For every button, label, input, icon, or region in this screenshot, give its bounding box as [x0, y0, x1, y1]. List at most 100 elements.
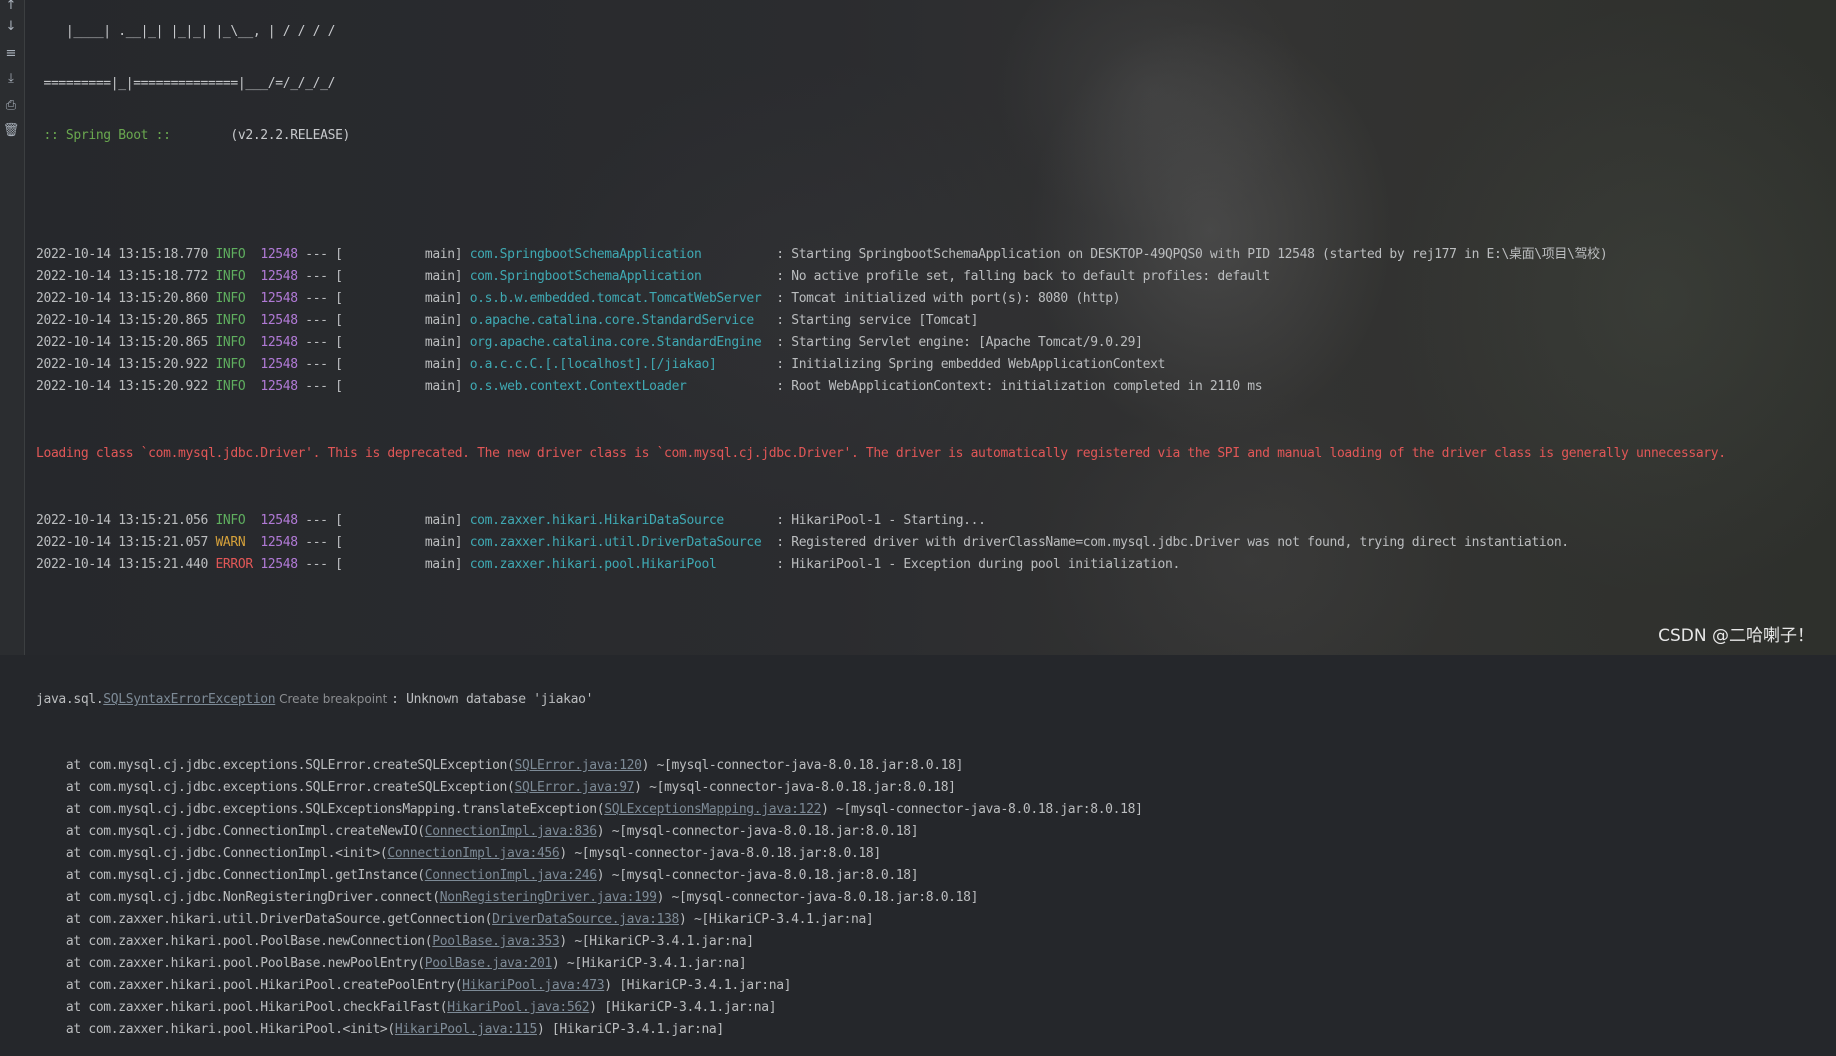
source-link[interactable]: PoolBase.java:201 [425, 956, 552, 971]
stack-frame-method: at com.mysql.cj.jdbc.exceptions.SQLError… [36, 758, 515, 773]
stack-frame-jar: ) ~[HikariCP-3.4.1.jar:na] [551, 956, 747, 971]
stack-frame: at com.mysql.cj.jdbc.ConnectionImpl.<ini… [36, 843, 1836, 865]
console-output[interactable]: |____| .__|_| |_|_| |_\__, | / / / / ===… [36, 0, 1836, 1037]
log-logger: o.a.c.c.C.[.[localhost].[/jiakao] [469, 357, 769, 372]
log-level: INFO [215, 513, 246, 528]
log-timestamp: 2022-10-14 13:15:18.770 [36, 247, 208, 262]
exception-message: : Unknown database 'jiakao' [391, 692, 594, 707]
log-level: ERROR [215, 557, 253, 572]
source-link[interactable]: ConnectionImpl.java:836 [425, 824, 597, 839]
stack-frame-jar: ) ~[mysql-connector-java-8.0.18.jar:8.0.… [821, 802, 1143, 817]
log-timestamp: 2022-10-14 13:15:20.922 [36, 357, 208, 372]
source-link[interactable]: SQLError.java:120 [515, 758, 642, 773]
stack-frame-method: at com.zaxxer.hikari.pool.PoolBase.newPo… [36, 956, 425, 971]
stack-frame-method: at com.zaxxer.hikari.pool.PoolBase.newCo… [36, 934, 433, 949]
log-thread: --- [ main] [297, 557, 470, 572]
log-logger: com.SpringbootSchemaApplication [469, 269, 769, 284]
log-timestamp: 2022-10-14 13:15:18.772 [36, 269, 208, 284]
stack-frame-method: at com.mysql.cj.jdbc.exceptions.SQLError… [36, 780, 515, 795]
csdn-watermark: CSDN @二哈喇子！ [1658, 626, 1814, 646]
clear-all-icon[interactable]: 🗑 [1, 121, 21, 141]
stack-frame: at com.mysql.cj.jdbc.exceptions.SQLError… [36, 777, 1836, 799]
log-logger: com.zaxxer.hikari.HikariDataSource [469, 513, 769, 528]
log-logger: org.apache.catalina.core.StandardEngine [469, 335, 769, 350]
log-logger: o.apache.catalina.core.StandardService [469, 313, 769, 328]
log-line: 2022-10-14 13:15:18.770 INFO 12548 --- [… [36, 244, 1836, 266]
spring-boot-tag: :: Spring Boot :: [36, 128, 179, 143]
log-pid: 12548 [260, 557, 298, 572]
soft-wrap-icon[interactable]: ≡ [1, 44, 21, 64]
log-pid: 12548 [260, 269, 298, 284]
stack-frame-jar: ) [HikariCP-3.4.1.jar:na] [536, 1022, 724, 1037]
arrow-down-icon[interactable]: ↓ [1, 17, 21, 37]
log-level: INFO [215, 335, 246, 350]
source-link[interactable]: SQLExceptionsMapping.java:122 [604, 802, 821, 817]
log-timestamp: 2022-10-14 13:15:21.057 [36, 535, 208, 550]
source-link[interactable]: DriverDataSource.java:138 [492, 912, 679, 927]
log-block-1: 2022-10-14 13:15:18.770 INFO 12548 --- [… [36, 244, 1836, 398]
source-link[interactable]: PoolBase.java:353 [432, 934, 559, 949]
log-thread: --- [ main] [297, 513, 470, 528]
stack-frame-method: at com.mysql.cj.jdbc.exceptions.SQLExcep… [36, 802, 605, 817]
stack-frame-jar: ) ~[mysql-connector-java-8.0.18.jar:8.0.… [559, 846, 881, 861]
log-timestamp: 2022-10-14 13:15:21.440 [36, 557, 208, 572]
source-link[interactable]: ConnectionImpl.java:246 [425, 868, 597, 883]
log-pid: 12548 [260, 291, 298, 306]
source-link[interactable]: HikariPool.java:473 [462, 978, 604, 993]
stack-frame-method: at com.zaxxer.hikari.pool.HikariPool.<in… [36, 1022, 395, 1037]
log-message: : Registered driver with driverClassName… [768, 535, 1569, 550]
scroll-to-end-icon[interactable]: ⤓ [1, 69, 21, 89]
log-logger: o.s.b.w.embedded.tomcat.TomcatWebServer [469, 291, 769, 306]
log-line: 2022-10-14 13:15:20.922 INFO 12548 --- [… [36, 376, 1836, 398]
print-icon[interactable]: ⎙ [1, 96, 21, 116]
stack-frame-method: at com.mysql.cj.jdbc.ConnectionImpl.<ini… [36, 846, 388, 861]
stack-frame: at com.mysql.cj.jdbc.exceptions.SQLExcep… [36, 799, 1836, 821]
stack-frame-jar: ) ~[HikariCP-3.4.1.jar:na] [559, 934, 754, 949]
source-link[interactable]: SQLError.java:97 [515, 780, 635, 795]
stack-frame-method: at com.zaxxer.hikari.pool.HikariPool.cre… [36, 978, 463, 993]
stack-frame: at com.mysql.cj.jdbc.ConnectionImpl.crea… [36, 821, 1836, 843]
stack-frame-method: at com.mysql.cj.jdbc.ConnectionImpl.getI… [36, 868, 425, 883]
log-thread: --- [ main] [297, 313, 470, 328]
log-message: : Starting SpringbootSchemaApplication o… [768, 247, 1608, 262]
stack-frame: at com.mysql.cj.jdbc.ConnectionImpl.getI… [36, 865, 1836, 887]
log-message: : Starting Servlet engine: [Apache Tomca… [768, 335, 1143, 350]
log-line: 2022-10-14 13:15:20.922 INFO 12548 --- [… [36, 354, 1836, 376]
log-message: : HikariPool-1 - Starting... [768, 513, 986, 528]
stack-frame: at com.zaxxer.hikari.pool.HikariPool.<in… [36, 1019, 1836, 1041]
log-pid: 12548 [260, 247, 298, 262]
arrow-up-icon[interactable]: ↑ [1, 0, 21, 16]
log-level: INFO [215, 313, 246, 328]
log-thread: --- [ main] [297, 379, 470, 394]
stack-frame: at com.zaxxer.hikari.pool.PoolBase.newCo… [36, 931, 1836, 953]
log-logger: o.s.web.context.ContextLoader [469, 379, 769, 394]
create-breakpoint-hint[interactable]: Create breakpoint [275, 692, 391, 706]
exception-header: java.sql.SQLSyntaxErrorException Create … [36, 688, 1836, 710]
source-link[interactable]: NonRegisteringDriver.java:199 [440, 890, 657, 905]
log-message: : Starting service [Tomcat] [768, 313, 979, 328]
console-side-toolbar: ↑ ↓ ≡ ⤓ ⎙ 🗑 [0, 0, 25, 655]
log-timestamp: 2022-10-14 13:15:21.056 [36, 513, 208, 528]
log-line: 2022-10-14 13:15:20.865 INFO 12548 --- [… [36, 332, 1836, 354]
source-link[interactable]: ConnectionImpl.java:456 [387, 846, 559, 861]
log-message: : Tomcat initialized with port(s): 8080 … [768, 291, 1121, 306]
stack-frame: at com.zaxxer.hikari.util.DriverDataSour… [36, 909, 1836, 931]
log-timestamp: 2022-10-14 13:15:20.865 [36, 335, 208, 350]
log-pid: 12548 [260, 379, 298, 394]
log-line: 2022-10-14 13:15:21.057 WARN 12548 --- [… [36, 532, 1836, 554]
stack-frame: at com.zaxxer.hikari.pool.HikariPool.che… [36, 997, 1836, 1019]
log-logger: com.zaxxer.hikari.util.DriverDataSource [469, 535, 769, 550]
log-pid: 12548 [260, 357, 298, 372]
banner-line: =========|_|==============|___/=/_/_/_/ [36, 76, 336, 91]
log-level: INFO [215, 269, 246, 284]
log-thread: --- [ main] [297, 335, 470, 350]
source-link[interactable]: HikariPool.java:562 [447, 1000, 589, 1015]
log-pid: 12548 [260, 513, 298, 528]
exception-class-link[interactable]: SQLSyntaxErrorException [103, 692, 275, 707]
stack-frame-method: at com.mysql.cj.jdbc.NonRegisteringDrive… [36, 890, 440, 905]
log-level: INFO [215, 379, 246, 394]
source-link[interactable]: HikariPool.java:115 [395, 1022, 537, 1037]
stack-frame-jar: ) ~[mysql-connector-java-8.0.18.jar:8.0.… [596, 868, 919, 883]
